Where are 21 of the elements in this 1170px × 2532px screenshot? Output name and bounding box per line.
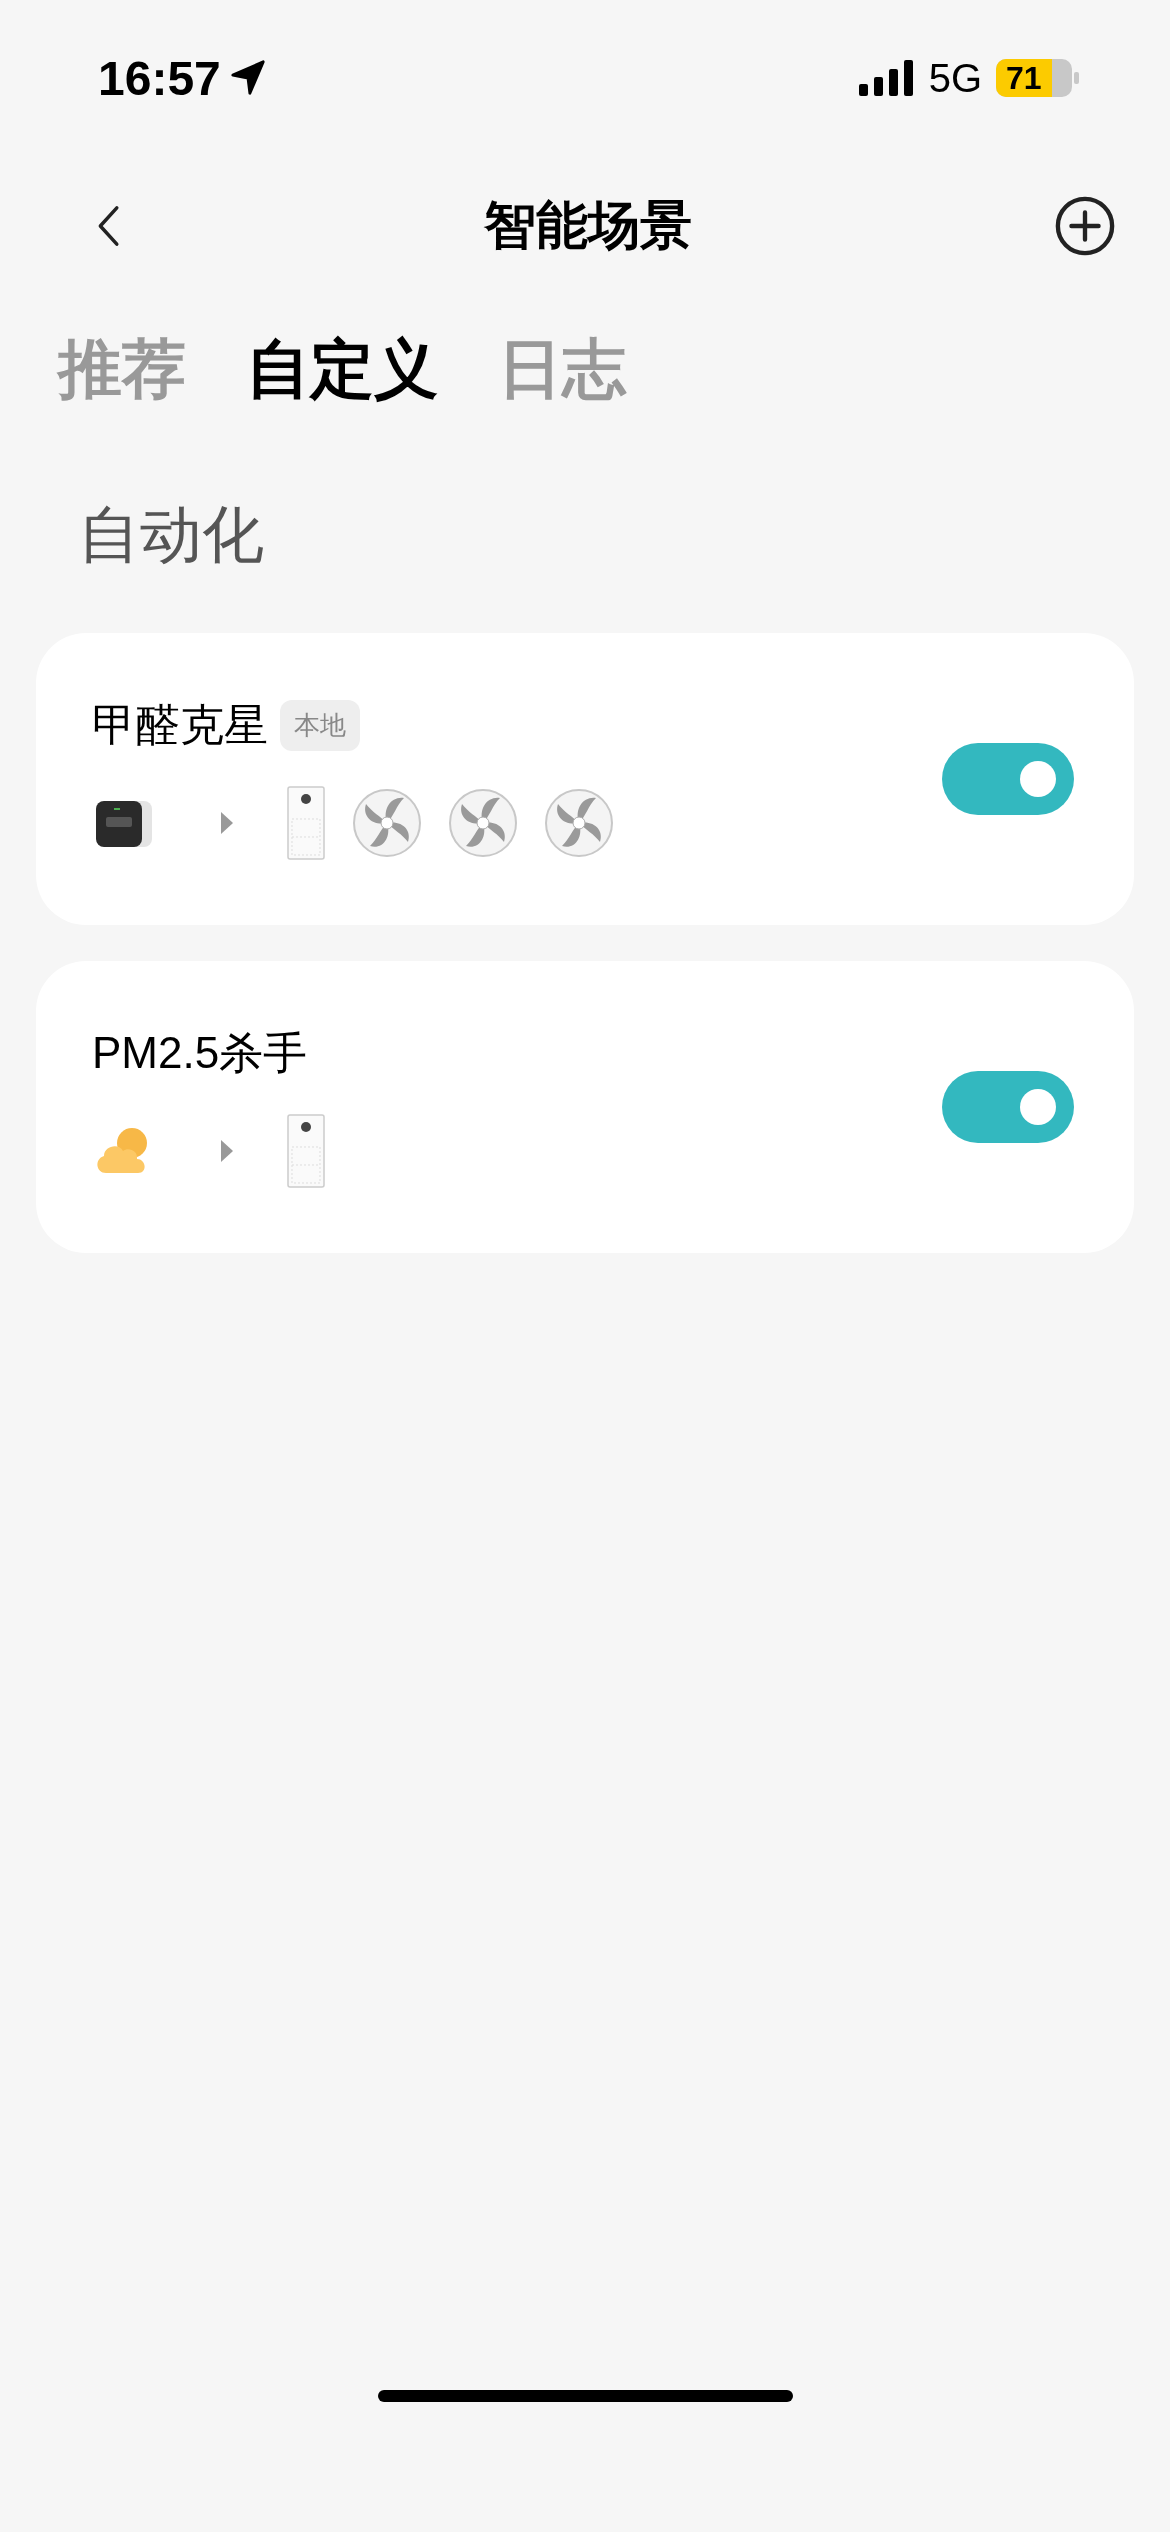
fan-icon — [448, 787, 518, 858]
location-arrow-icon — [228, 59, 267, 97]
battery-icon — [996, 59, 1080, 97]
status-time: 16:57 — [98, 50, 221, 106]
page-title: 智能场景 — [484, 195, 692, 256]
scene-card[interactable]: PM2.5杀手 — [36, 961, 1134, 1253]
fan-icon — [352, 787, 422, 858]
air-purifier-icon — [286, 1112, 326, 1189]
network-label: 5G — [928, 55, 982, 101]
play-arrow-icon — [220, 1138, 234, 1163]
signal-icon — [858, 60, 915, 96]
scene-card[interactable]: 甲醛克星 本地 — [36, 633, 1134, 925]
tab[interactable]: 自定义 — [246, 326, 438, 413]
scene-name: 甲醛克星 — [92, 698, 268, 751]
air-purifier-icon — [286, 784, 326, 861]
battery-level: 71 — [1006, 60, 1042, 96]
fan-icon — [544, 787, 614, 858]
section-title: 自动化 — [77, 499, 265, 571]
play-arrow-icon — [220, 810, 234, 835]
scene-badge: 本地 — [280, 699, 360, 751]
scene-name: PM2.5杀手 — [92, 1026, 308, 1079]
